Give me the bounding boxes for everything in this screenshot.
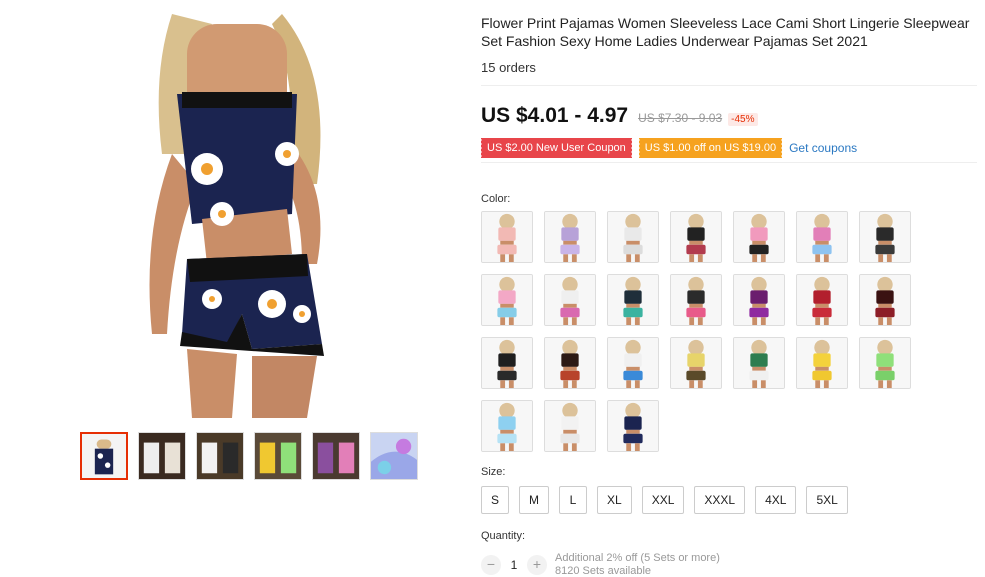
- thumbnail-photo-icon: [482, 401, 532, 451]
- thumbnail-strip: [80, 432, 418, 480]
- color-swatch[interactable]: [607, 274, 659, 326]
- thumbnail-photo-icon: [139, 433, 185, 479]
- price-row: US $4.01 - 4.97 US $7.30 - 9.03 -45%: [481, 104, 977, 128]
- color-swatch[interactable]: [670, 337, 722, 389]
- thumbnail-4[interactable]: [254, 432, 302, 480]
- size-option[interactable]: XXXL: [694, 486, 746, 514]
- size-label: Size:: [481, 466, 506, 478]
- thumbnail-6[interactable]: [370, 432, 418, 480]
- thumbnail-photo-icon: [82, 434, 126, 478]
- size-option[interactable]: S: [481, 486, 510, 514]
- order-count: 15 orders: [481, 60, 536, 75]
- color-swatch[interactable]: [733, 274, 785, 326]
- size-option[interactable]: L: [559, 486, 588, 514]
- color-swatch[interactable]: [544, 337, 596, 389]
- thumbnail-photo-icon: [255, 433, 301, 479]
- store-coupon[interactable]: US $1.00 off on US $19.00: [637, 138, 783, 158]
- thumbnail-1[interactable]: [80, 432, 128, 480]
- color-swatch[interactable]: [796, 211, 848, 263]
- thumbnail-photo-icon: [860, 338, 910, 388]
- color-swatch[interactable]: [607, 211, 659, 263]
- quantity-input[interactable]: 1: [501, 558, 527, 572]
- thumbnail-3[interactable]: [196, 432, 244, 480]
- size-options: S M L XL XXL XXXL 4XL 5XL: [481, 486, 977, 514]
- thumbnail-photo-icon: [671, 338, 721, 388]
- thumbnail-photo-icon: [482, 275, 532, 325]
- thumbnail-photo-icon: [545, 401, 595, 451]
- main-product-image[interactable]: [132, 14, 338, 418]
- thumbnail-photo-icon: [797, 212, 847, 262]
- thumbnail-photo-icon: [797, 275, 847, 325]
- quantity-stepper: − 1 + Additional 2% off (5 Sets or more)…: [481, 552, 977, 577]
- color-swatch[interactable]: [733, 337, 785, 389]
- thumbnail-photo-icon: [482, 212, 532, 262]
- thumbnail-photo-icon: [608, 401, 658, 451]
- size-option[interactable]: 4XL: [755, 486, 797, 514]
- thumbnail-photo-icon: [860, 212, 910, 262]
- thumbnail-photo-icon: [371, 433, 417, 479]
- color-swatch[interactable]: [544, 400, 596, 452]
- color-swatch[interactable]: [670, 211, 722, 263]
- get-coupons-link[interactable]: Get coupons: [789, 141, 857, 155]
- quantity-increase-button[interactable]: +: [527, 555, 547, 575]
- color-swatch[interactable]: [481, 400, 533, 452]
- thumbnail-photo-icon: [797, 338, 847, 388]
- color-swatch[interactable]: [670, 274, 722, 326]
- thumbnail-photo-icon: [197, 433, 243, 479]
- thumbnail-2[interactable]: [138, 432, 186, 480]
- thumbnail-photo-icon: [482, 338, 532, 388]
- color-swatch[interactable]: [859, 274, 911, 326]
- coupon-row: US $2.00 New User Coupon US $1.00 off on…: [480, 138, 977, 158]
- quantity-decrease-button[interactable]: −: [481, 555, 501, 575]
- thumbnail-photo-icon: [313, 433, 359, 479]
- product-title: Flower Print Pajamas Women Sleeveless La…: [481, 15, 970, 49]
- thumbnail-5[interactable]: [312, 432, 360, 480]
- color-swatch[interactable]: [796, 337, 848, 389]
- thumbnail-photo-icon: [545, 212, 595, 262]
- quantity-label: Quantity:: [481, 530, 526, 542]
- color-swatch[interactable]: [481, 274, 533, 326]
- product-info: Flower Print Pajamas Women Sleeveless La…: [480, 14, 977, 577]
- size-option[interactable]: M: [519, 486, 550, 514]
- color-swatch[interactable]: [607, 337, 659, 389]
- color-swatch[interactable]: [733, 211, 785, 263]
- color-swatch[interactable]: [859, 211, 911, 263]
- discount-badge: -45%: [728, 113, 758, 126]
- size-option[interactable]: 5XL: [806, 486, 848, 514]
- size-option[interactable]: XL: [597, 486, 632, 514]
- current-price: US $4.01 - 4.97: [481, 104, 629, 127]
- product-photo-icon: [149, 14, 324, 418]
- new-user-coupon[interactable]: US $2.00 New User Coupon: [480, 138, 632, 158]
- thumbnail-photo-icon: [608, 212, 658, 262]
- divider: [481, 85, 977, 86]
- color-swatch[interactable]: [607, 400, 659, 452]
- color-swatch[interactable]: [544, 274, 596, 326]
- thumbnail-photo-icon: [734, 212, 784, 262]
- thumbnail-photo-icon: [860, 275, 910, 325]
- color-swatch[interactable]: [796, 274, 848, 326]
- color-swatch[interactable]: [481, 211, 533, 263]
- bulk-discount-text: Additional 2% off (5 Sets or more): [555, 552, 720, 564]
- thumbnail-photo-icon: [671, 275, 721, 325]
- color-swatch[interactable]: [859, 337, 911, 389]
- color-swatch[interactable]: [481, 337, 533, 389]
- original-price: US $7.30 - 9.03: [638, 111, 723, 125]
- thumbnail-photo-icon: [671, 212, 721, 262]
- stock-available-text: 8120 Sets available: [555, 565, 652, 577]
- quantity-note: Additional 2% off (5 Sets or more) 8120 …: [555, 552, 720, 577]
- thumbnail-photo-icon: [545, 338, 595, 388]
- color-swatch-grid: [481, 211, 977, 452]
- color-swatch[interactable]: [544, 211, 596, 263]
- divider: [481, 162, 977, 163]
- thumbnail-photo-icon: [545, 275, 595, 325]
- color-label: Color:: [481, 193, 511, 205]
- thumbnail-photo-icon: [734, 275, 784, 325]
- size-option[interactable]: XXL: [641, 486, 685, 514]
- thumbnail-photo-icon: [608, 338, 658, 388]
- thumbnail-photo-icon: [608, 275, 658, 325]
- thumbnail-photo-icon: [734, 338, 784, 388]
